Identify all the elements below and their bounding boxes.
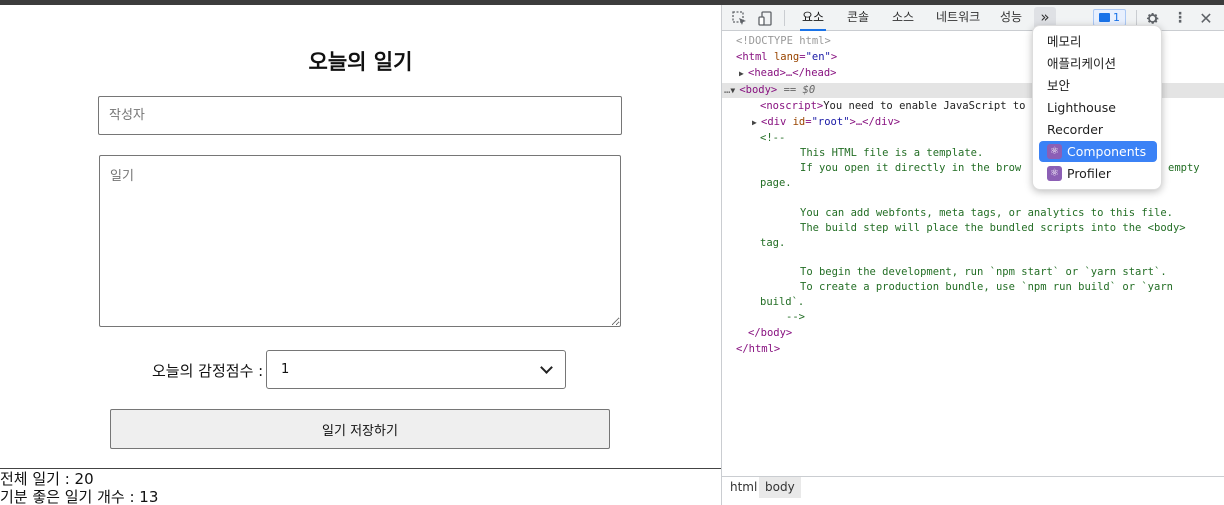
dom-html-close[interactable]: </html> — [736, 342, 780, 357]
collapse-triangle-icon: ▼ — [730, 86, 736, 95]
react-icon: ⚛ — [1047, 166, 1062, 181]
diary-content-textarea[interactable] — [99, 155, 621, 327]
expand-triangle-icon: ▶ — [739, 69, 744, 78]
tab-performance[interactable]: 성능 — [998, 5, 1024, 31]
ellipsis-icon: … — [724, 84, 731, 96]
dom-comment-line[interactable]: page. — [760, 176, 792, 191]
good-diary-count: 기분 좋은 일기 개수 : 13 — [0, 488, 159, 505]
diary-stats: 전체 일기 : 20 기분 좋은 일기 개수 : 13 — [0, 470, 158, 505]
issues-badge[interactable]: 1 — [1093, 9, 1126, 26]
dom-comment-line[interactable]: You can add webfonts, meta tags, or anal… — [800, 206, 1173, 221]
chevron-down-icon — [540, 360, 553, 374]
menu-item-components[interactable]: ⚛ Components — [1039, 141, 1157, 162]
dom-doctype[interactable]: <!DOCTYPE html> — [736, 34, 831, 49]
more-options-icon[interactable]: ⋮ — [1172, 10, 1188, 26]
dom-comment-line[interactable]: The build step will place the bundled sc… — [800, 221, 1186, 236]
inspect-element-icon[interactable] — [731, 10, 747, 26]
emotion-row: 오늘의 감정점수 : 1 — [0, 350, 721, 389]
dom-comment-line[interactable]: tag. — [760, 236, 785, 251]
message-icon — [1099, 13, 1110, 22]
dom-div-root[interactable]: ▶ <div id="root">…</div> — [752, 115, 900, 130]
react-icon: ⚛ — [1047, 144, 1062, 159]
emotion-select[interactable]: 1 — [266, 350, 566, 389]
emotion-selected-value: 1 — [281, 362, 290, 377]
tab-elements[interactable]: 요소 — [800, 5, 827, 31]
expand-triangle-icon: ▶ — [752, 118, 757, 127]
menu-item-security[interactable]: 보안 — [1039, 75, 1157, 96]
page-title: 오늘의 일기 — [308, 50, 413, 74]
emotion-label: 오늘의 감정점수 : — [152, 362, 264, 380]
tab-sources[interactable]: 소스 — [890, 5, 916, 31]
toolbar-divider — [784, 10, 785, 26]
dom-comment-line[interactable]: To begin the development, run `npm start… — [800, 265, 1167, 280]
close-icon[interactable]: ✕ — [1198, 9, 1214, 28]
diary-app: 오늘의 일기 오늘의 감정점수 : 1 일기 저장하기 — [0, 5, 721, 469]
dom-comment-line[interactable]: build`. — [760, 295, 804, 310]
breadcrumb: html body — [722, 476, 1224, 498]
menu-item-lighthouse[interactable]: Lighthouse — [1039, 97, 1157, 118]
breadcrumb-html[interactable]: html — [724, 477, 763, 498]
dom-body-close[interactable]: </body> — [748, 326, 792, 341]
author-input[interactable] — [98, 96, 622, 135]
menu-item-application[interactable]: 애플리케이션 — [1039, 53, 1157, 74]
dom-html-open[interactable]: <html lang="en"> — [736, 50, 837, 65]
menu-item-profiler[interactable]: ⚛ Profiler — [1039, 163, 1157, 184]
dom-comment-line[interactable]: --> — [786, 310, 805, 325]
menu-item-memory[interactable]: 메모리 — [1039, 31, 1157, 52]
tab-console[interactable]: 콘솔 — [845, 5, 871, 31]
save-diary-button[interactable]: 일기 저장하기 — [110, 409, 610, 449]
dom-comment-line[interactable]: To create a production bundle, use `npm … — [800, 280, 1173, 295]
more-tabs-menu: 메모리 애플리케이션 보안 Lighthouse Recorder ⚛ Compo… — [1032, 25, 1162, 190]
dom-noscript[interactable]: <noscript>You need to enable JavaScript … — [760, 99, 1026, 114]
dom-head[interactable]: ▶ <head>…</head> — [739, 66, 837, 81]
dom-comment-line[interactable]: This HTML file is a template. — [800, 146, 983, 161]
dom-comment-line[interactable]: <!-- — [760, 131, 785, 146]
toolbar-divider — [1136, 10, 1137, 26]
device-toolbar-icon[interactable] — [757, 10, 773, 26]
dom-comment-line[interactable]: empty — [1168, 161, 1200, 176]
tab-network[interactable]: 네트워크 — [934, 5, 982, 31]
menu-item-recorder[interactable]: Recorder — [1039, 119, 1157, 140]
breadcrumb-body[interactable]: body — [759, 477, 801, 498]
total-diary-count: 전체 일기 : 20 — [0, 470, 94, 488]
issues-count: 1 — [1113, 11, 1120, 24]
dom-comment-line[interactable]: If you open it directly in the brow — [800, 161, 1021, 176]
gear-icon[interactable] — [1144, 10, 1160, 26]
